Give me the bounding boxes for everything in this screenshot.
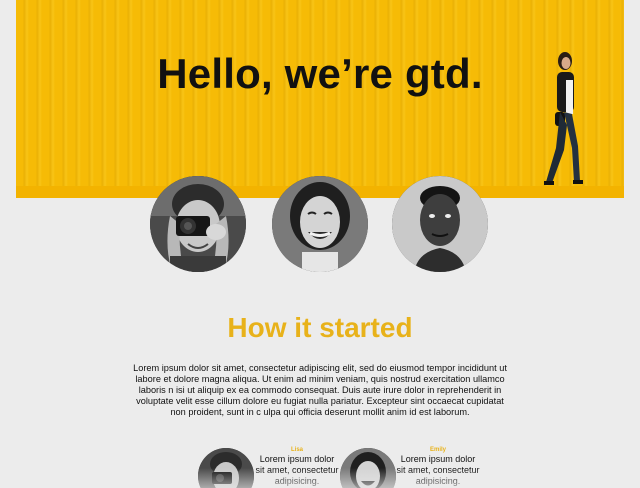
smiling-woman-avatar[interactable]	[272, 176, 368, 272]
person-with-camera-icon	[150, 176, 246, 272]
testimonial-avatar-lisa	[198, 448, 254, 488]
testimonial-quote: Lorem ipsum dolor sit amet, consectetur …	[396, 454, 480, 486]
testimonial-emily: Emily Lorem ipsum dolor sit amet, consec…	[395, 447, 481, 487]
testimonial-lisa: Lisa Lorem ipsum dolor sit amet, consect…	[254, 447, 340, 487]
smiling-woman-icon	[340, 448, 396, 488]
hero-title: Hello, we’re gtd.	[157, 50, 483, 97]
smiling-woman-icon	[272, 176, 368, 272]
walking-person-image	[544, 52, 583, 185]
how-it-started-title: How it started	[227, 312, 413, 343]
how-it-started-text: Lorem ipsum dolor sit amet, consectetur …	[133, 363, 507, 417]
testimonial-name: Lisa	[290, 447, 303, 453]
person-with-camera-icon	[198, 448, 254, 488]
photographer-avatar[interactable]	[150, 176, 246, 272]
testimonial-name: Emily	[429, 447, 446, 453]
testimonial-avatar-emily	[340, 448, 396, 488]
testimonial-quote: Lorem ipsum dolor sit amet, consectetur …	[255, 454, 339, 486]
man-avatar[interactable]	[392, 176, 488, 272]
hero-banner: Hello, we’re gtd.	[16, 0, 624, 198]
man-portrait-icon	[392, 176, 488, 272]
